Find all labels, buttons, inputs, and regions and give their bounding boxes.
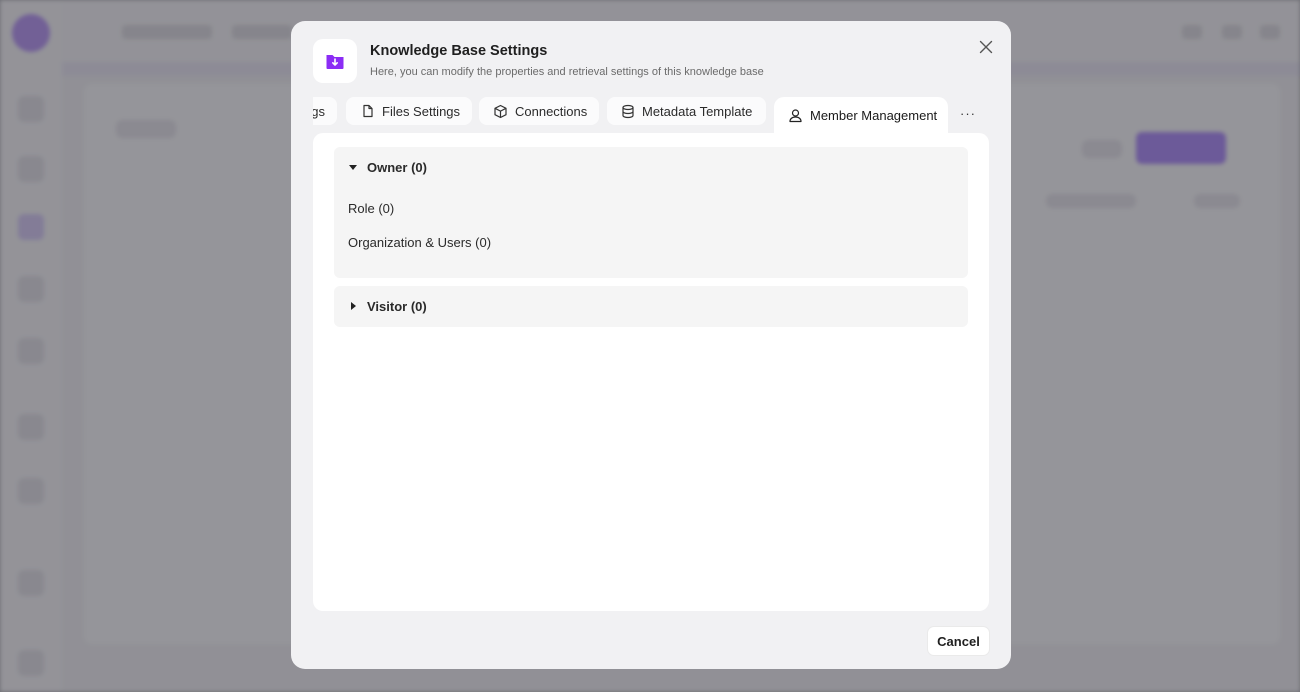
- owner-section-title: Owner (0): [367, 159, 427, 175]
- tab-settings-truncated[interactable]: gs: [313, 97, 337, 125]
- database-icon: [622, 104, 634, 118]
- visitor-section-header[interactable]: Visitor (0): [334, 286, 968, 326]
- cube-icon: [494, 104, 507, 118]
- tab-label: Files Settings: [382, 103, 461, 119]
- tab-member-management[interactable]: Member Management: [774, 97, 948, 133]
- member-management-panel: Owner (0) Role (0) Organization & Users …: [313, 133, 989, 611]
- tab-metadata-template[interactable]: Metadata Template: [607, 97, 766, 125]
- tab-label: gs: [313, 103, 325, 119]
- user-icon: [789, 108, 802, 122]
- tab-files-settings[interactable]: Files Settings: [346, 97, 472, 125]
- tab-connections[interactable]: Connections: [479, 97, 599, 125]
- dialog-title: Knowledge Base Settings: [370, 43, 548, 59]
- visitor-section: Visitor (0): [334, 286, 968, 327]
- owner-section: Owner (0) Role (0) Organization & Users …: [334, 147, 968, 278]
- knowledge-base-settings-dialog: Knowledge Base Settings Here, you can mo…: [291, 21, 1011, 669]
- file-icon: [363, 104, 373, 118]
- more-tabs-button[interactable]: ···: [955, 103, 981, 123]
- tab-label: Metadata Template: [642, 103, 753, 119]
- owner-organization-users-item[interactable]: Organization & Users (0): [348, 235, 491, 250]
- visitor-section-title: Visitor (0): [367, 298, 427, 314]
- tab-label: Member Management: [810, 107, 938, 123]
- more-icon: ···: [960, 105, 976, 121]
- owner-section-header[interactable]: Owner (0): [334, 147, 968, 187]
- tab-label: Connections: [515, 103, 588, 119]
- cancel-button[interactable]: Cancel: [928, 627, 989, 655]
- dialog-subtitle: Here, you can modify the properties and …: [370, 66, 764, 78]
- close-icon: [979, 40, 993, 54]
- close-button[interactable]: [977, 38, 995, 56]
- folder-download-icon: [313, 39, 357, 83]
- owner-role-item[interactable]: Role (0): [348, 201, 394, 216]
- caret-down-icon: [349, 165, 357, 170]
- caret-right-icon: [351, 302, 356, 310]
